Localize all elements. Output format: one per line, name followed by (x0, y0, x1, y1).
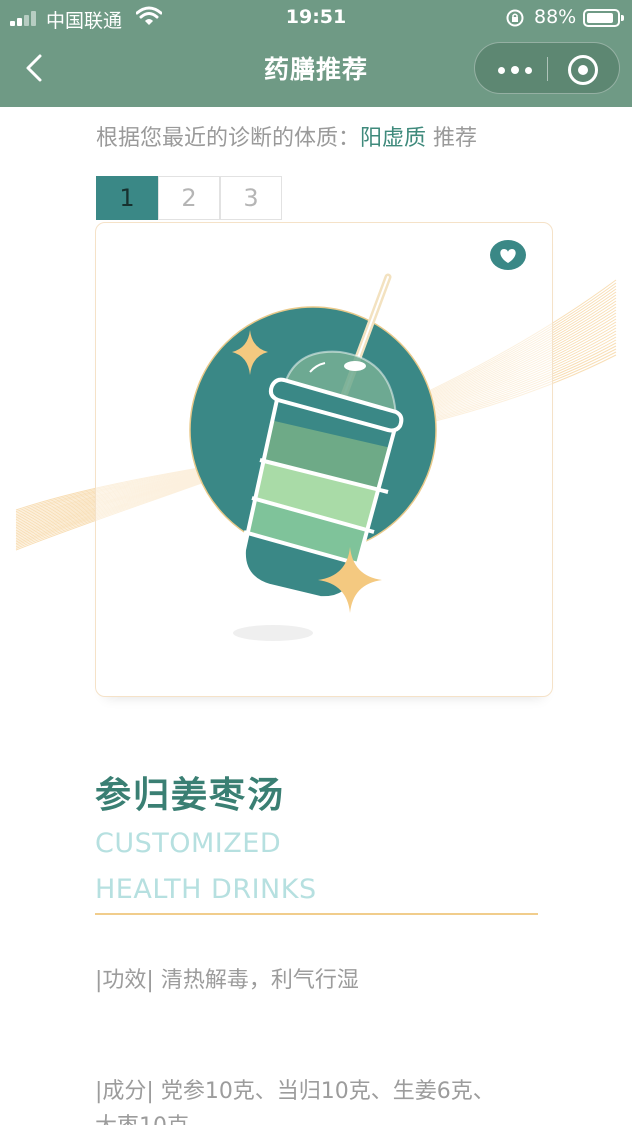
constitution-suffix: 推荐 (433, 126, 478, 151)
constitution-prefix: 根据您最近的诊断的体质： (96, 126, 361, 151)
heart-icon[interactable] (488, 238, 528, 272)
dish-subtitle-line-2: HEALTH DRINKS (95, 874, 317, 905)
battery-icon (583, 9, 624, 27)
page-tabs: 1 2 3 (96, 176, 282, 220)
constitution-line: 根据您最近的诊断的体质：阳虚质 推荐 (96, 120, 477, 152)
dish-effect: |功效| 清热解毒，利气行湿 (95, 968, 359, 993)
dish-ingredients-line-2: 大枣10克 (95, 1108, 189, 1125)
status-bar: 中国联通 19:51 88% (0, 0, 632, 36)
more-icon[interactable] (495, 55, 535, 83)
dish-title: 参归姜枣汤 (95, 775, 286, 816)
drink-illustration (189, 273, 437, 641)
close-icon[interactable] (568, 55, 598, 85)
mini-program-capsule (474, 42, 620, 94)
title-divider (95, 913, 538, 915)
constitution-type[interactable]: 阳虚质 (360, 126, 426, 151)
page-tab-1[interactable]: 1 (96, 176, 158, 220)
top-bar: 中国联通 19:51 88% 药膳推荐 (0, 0, 632, 107)
page-tab-2[interactable]: 2 (158, 176, 220, 220)
battery-percent: 88% (534, 6, 577, 28)
lock-rotation-icon (506, 9, 524, 27)
dish-subtitle-line-1: CUSTOMIZED (95, 828, 282, 859)
dish-ingredients-line-1: |成分| 党参10克、当归10克、生姜6克、 (95, 1079, 495, 1104)
page-tab-3[interactable]: 3 (220, 176, 282, 220)
